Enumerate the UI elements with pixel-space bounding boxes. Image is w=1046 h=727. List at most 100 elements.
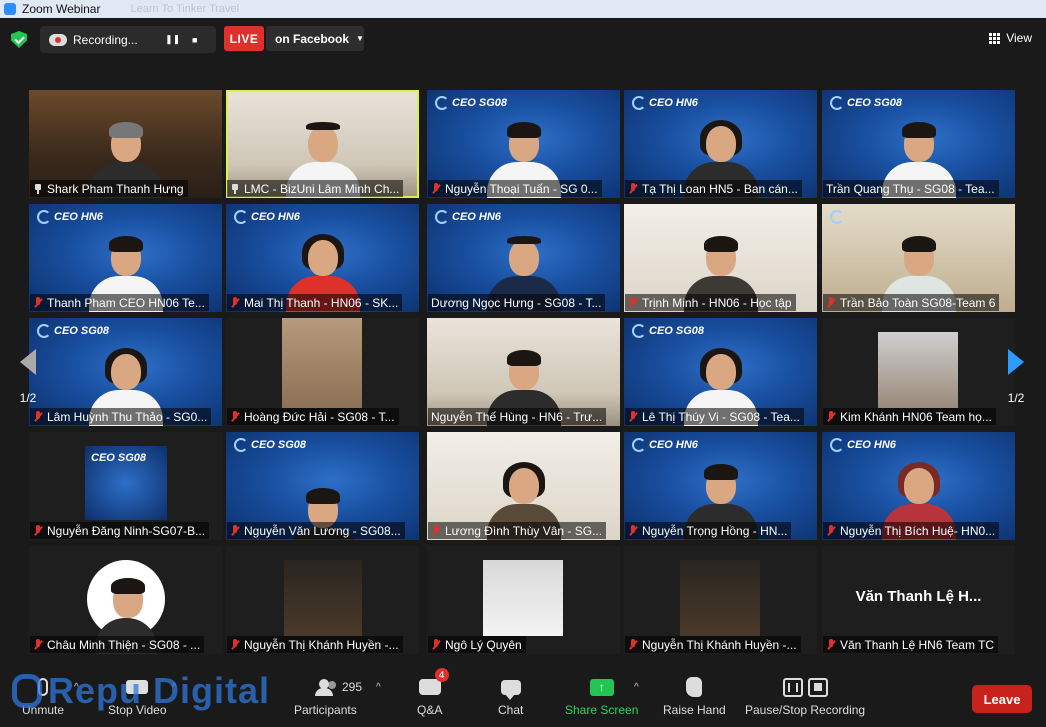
participants-count: 295 [342,680,363,694]
participant-photo: CEO SG08 [85,446,167,520]
ceo-logo: CEO SG08 [234,438,306,452]
participants-options-chevron[interactable]: ^ [376,682,381,693]
muted-mic-icon [230,296,240,309]
previous-page-button[interactable]: 1/2 [14,332,42,422]
muted-mic-icon [628,182,638,195]
participant-display-name: Văn Thanh Lệ H... [855,588,982,605]
video-tile[interactable]: Shark Pham Thanh Hưng [29,90,222,198]
participant-photo [284,560,362,636]
participant-name: Dương Ngọc Hưng - SG08 - T... [431,295,602,310]
participant-name: Tạ Thị Loan HN5 - Ban cán... [642,181,798,196]
participant-label: Mai Thị Thanh - HN06 - SK... [227,294,403,311]
video-tile[interactable]: CEO HN6 Nguyễn Thị Bích Huệ- HN0... [822,432,1015,540]
video-tile[interactable]: CEO SG08 Trần Quang Thụ - SG08 - Tea... [822,90,1015,198]
participant-label: Nguyễn Thị Khánh Huyền -... [227,636,403,653]
unmute-button[interactable]: Unmute [22,676,64,717]
video-tile[interactable]: CEO HN6 Mai Thị Thanh - HN06 - SK... [226,204,419,312]
stop-video-button[interactable]: Stop Video [108,676,167,717]
raise-hand-label: Raise Hand [663,703,726,717]
video-tile[interactable]: CEO HN6 Tạ Thị Loan HN5 - Ban cán... [624,90,817,198]
participant-label: Thanh Pham CEO HN06 Te... [30,294,209,311]
muted-mic-icon [431,524,441,537]
video-tile[interactable]: Nguyễn Thị Khánh Huyền -... [226,546,419,654]
participant-name: Trần Quang Thụ - SG08 - Tea... [826,181,995,196]
video-tile[interactable]: CEO SG08 Nguyễn Thoại Tuấn - SG 0... [427,90,620,198]
stop-recording-button[interactable]: ■ [184,29,206,51]
next-page-button[interactable]: 1/2 [1002,332,1030,422]
video-tile[interactable]: Trần Bảo Toàn SG08-Team 6 [822,204,1015,312]
muted-mic-icon [826,524,836,537]
video-tile[interactable]: CEO HN6 Dương Ngọc Hưng - SG08 - T... [427,204,620,312]
participant-label: Dương Ngọc Hưng - SG08 - T... [428,294,606,311]
ceo-logo: CEO SG08 [830,96,902,110]
audio-options-chevron[interactable]: ^ [74,682,79,693]
pin-icon [33,183,43,195]
muted-mic-icon [33,524,43,537]
ceo-logo-icon [37,210,51,224]
video-tile[interactable]: CEO SG08 Nguyễn Văn Lương - SG08... [226,432,419,540]
video-tile[interactable]: CEO HN6 Nguyễn Trọng Hồng - HN... [624,432,817,540]
participant-label: Lê Thị Thúy Vi - SG08 - Tea... [625,408,804,425]
ceo-logo: CEO HN6 [632,96,698,110]
live-stream-dropdown[interactable]: on Facebook ▼ [266,26,364,51]
video-tile[interactable]: CEO SG08 Lê Thị Thúy Vi - SG08 - Tea... [624,318,817,426]
participant-label: Ngô Lý Quyên [428,636,526,653]
stop-video-label: Stop Video [108,703,167,717]
raise-hand-button[interactable]: Raise Hand [663,676,726,717]
video-tile[interactable]: Châu Minh Thiện - SG08 - ... [29,546,222,654]
muted-mic-icon [628,638,638,651]
participant-name: Văn Thanh Lệ HN6 Team TC [840,637,995,652]
video-tile-active-speaker[interactable]: LMC - BizUni Lâm Minh Ch... [226,90,419,198]
muted-mic-icon [628,410,638,423]
ceo-logo: CEO HN6 [830,438,896,452]
muted-mic-icon [230,410,240,423]
muted-mic-icon [826,296,836,309]
participant-name: Lâm Huỳnh Thu Thảo - SG0... [47,409,208,424]
video-tile[interactable]: CEO SG08 Nguyễn Đăng Ninh-SG07-B... [29,432,222,540]
video-gallery: Shark Pham Thanh Hưng LMC - BizUni Lâm M… [0,62,1046,662]
encryption-shield-icon[interactable] [11,31,27,48]
muted-mic-icon [628,524,638,537]
chat-button[interactable]: Chat [498,676,523,717]
video-options-chevron[interactable]: ^ [172,682,177,693]
pause-stop-recording-button[interactable]: Pause/Stop Recording [745,676,865,717]
participant-name: Nguyễn Văn Lương - SG08... [244,523,401,538]
ceo-logo: CEO SG08 [91,452,147,464]
participants-label: Participants [294,703,357,717]
ceo-logo-icon [632,324,646,338]
qa-button[interactable]: 4 Q&A [417,668,449,717]
participant-name: Ngô Lý Quyên [445,637,522,652]
cloud-record-icon [49,33,67,46]
share-options-chevron[interactable]: ^ [634,682,639,693]
video-tile[interactable]: CEO SG08 Lâm Huỳnh Thu Thảo - SG0... [29,318,222,426]
video-tile[interactable]: Trịnh Minh - HN06 - Học tập [624,204,817,312]
ceo-logo-icon [234,438,248,452]
video-tile[interactable]: Ngô Lý Quyên [427,546,620,654]
video-tile[interactable]: Lương Đình Thùy Vân - SG... [427,432,620,540]
video-tile[interactable]: Nguyễn Thế Hùng - HN6 - Trư... [427,318,620,426]
ghost-title: Learn To Tinker Travel [130,3,240,15]
video-tile[interactable]: Hoàng Đức Hải - SG08 - T... [226,318,419,426]
view-label: View [1006,31,1032,45]
participant-label: Trần Quang Thụ - SG08 - Tea... [823,180,999,197]
ceo-logo: CEO HN6 [234,210,300,224]
share-screen-icon: ↑ [589,678,614,696]
participant-name: Nguyễn Thị Bích Huệ- HN0... [840,523,996,538]
raise-hand-icon [686,677,703,697]
qa-icon [418,679,441,695]
video-tile[interactable]: CEO HN6 Thanh Pham CEO HN06 Te... [29,204,222,312]
arrow-right-icon [1008,349,1024,375]
share-screen-button[interactable]: ↑ Share Screen [565,676,638,717]
participant-name: Nguyễn Trọng Hồng - HN... [642,523,788,538]
video-tile[interactable]: Văn Thanh Lệ H... Văn Thanh Lệ HN6 Team … [822,546,1015,654]
view-button[interactable]: View [989,31,1032,45]
participant-label: Trịnh Minh - HN06 - Học tập [625,294,796,311]
leave-button[interactable]: Leave [972,685,1032,713]
participant-name: Nguyễn Thế Hùng - HN6 - Trư... [431,409,603,424]
video-tile[interactable]: Kim Khánh HN06 Team họ... [822,318,1015,426]
muted-mic-icon [826,410,836,423]
pause-recording-button[interactable]: ❚❚ [162,29,184,51]
participant-label: Kim Khánh HN06 Team họ... [823,408,996,425]
stop-icon [807,677,828,697]
video-tile[interactable]: Nguyễn Thị Khánh Huyền -... [624,546,817,654]
